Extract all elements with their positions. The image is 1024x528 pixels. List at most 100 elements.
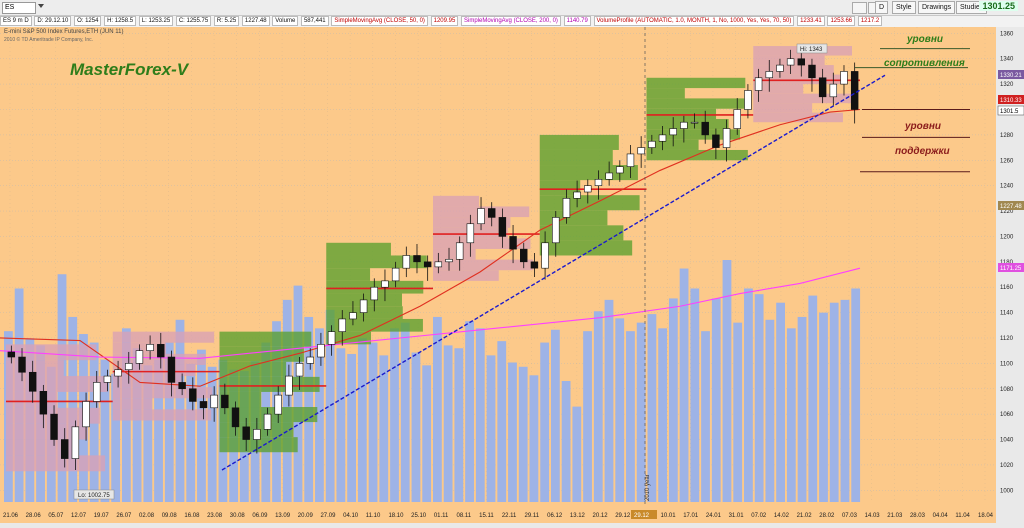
- volume-bar: [336, 348, 346, 502]
- x-tick-label: 14.02: [774, 513, 790, 519]
- candle-body: [648, 140, 656, 148]
- x-tick-label: 08.11: [456, 513, 471, 519]
- header-ohlc-ref: 1227.48: [241, 16, 270, 26]
- y-tick-label: 1340: [1000, 57, 1014, 63]
- volume-bar: [368, 342, 378, 502]
- volume-bar: [754, 294, 764, 502]
- x-tick-label: 07.03: [842, 513, 858, 519]
- x-tick-label: 19.07: [94, 513, 110, 519]
- candle-body: [221, 394, 229, 409]
- candle-body: [434, 261, 443, 268]
- volume-bar: [475, 328, 485, 502]
- volume-bar: [615, 318, 625, 502]
- price-tag-2: 1310.33: [1000, 98, 1022, 104]
- x-tick-label: 18.10: [388, 513, 404, 519]
- volume-profile-bar: [6, 391, 58, 408]
- candle-body: [306, 356, 314, 364]
- volume-bar: [443, 345, 453, 502]
- volume-bar: [561, 381, 571, 502]
- volume-profile-bar: [433, 195, 479, 207]
- link-icon[interactable]: [852, 2, 867, 14]
- candle-body: [690, 121, 699, 124]
- price-chart[interactable]: 1000 1020 1040 1060 1080 1100 1120 1140 1160 1180…: [0, 27, 1024, 523]
- candle-body: [541, 242, 549, 269]
- candle-body: [338, 318, 346, 332]
- x-tick-label: 27.09: [320, 513, 336, 519]
- vp-value-2: 1253.66: [827, 16, 856, 26]
- candle-body: [242, 426, 250, 440]
- x-tick-label: 30.08: [230, 513, 246, 519]
- volume-bar: [550, 329, 560, 502]
- style-button[interactable]: Style: [892, 1, 916, 14]
- candle-body: [391, 267, 400, 282]
- candle-body: [818, 77, 827, 98]
- timeframe-button[interactable]: D: [875, 1, 889, 14]
- candle-body: [573, 191, 581, 199]
- volume-profile-bar: [646, 98, 746, 109]
- year-marker: 2010 year: [645, 474, 651, 501]
- volume-bar: [422, 365, 432, 502]
- symbol-dropdown-icon[interactable]: [38, 4, 44, 8]
- volume-bar: [808, 295, 818, 502]
- y-tick-label: 1120: [1000, 336, 1014, 342]
- main-toolbar: ES D Style Drawings Studies 1301.25: [0, 0, 1024, 16]
- candle-body: [712, 134, 720, 148]
- x-tick-label: 13.12: [570, 513, 586, 519]
- chart-canvas[interactable]: 1000102010401060108011001120114011601180…: [0, 27, 1024, 523]
- volume-profile-bar: [112, 387, 213, 399]
- sma50-label[interactable]: SimpleMovingAvg (CLOSE, 50, 0): [331, 16, 428, 26]
- y-tick-label: 1360: [1000, 31, 1014, 37]
- candle-body: [797, 58, 806, 66]
- price-tag-4: 1227.48: [1000, 204, 1022, 210]
- support-label-1: уровни: [904, 121, 941, 132]
- candle-body: [125, 363, 133, 371]
- x-tick-label: 28.02: [819, 513, 835, 519]
- candle-body: [626, 153, 635, 167]
- volume-bar: [593, 311, 603, 502]
- candle-body: [765, 71, 773, 79]
- sma50-value: 1209.95: [430, 16, 459, 26]
- x-tick-label: 20.09: [298, 513, 314, 519]
- volume-bar: [733, 322, 743, 502]
- x-tick-label: 18.04: [978, 513, 994, 519]
- candle-body: [776, 64, 784, 72]
- x-tick-label: 24.01: [706, 513, 722, 519]
- candle-body: [808, 64, 816, 79]
- y-tick-label: 1080: [1000, 387, 1014, 393]
- chart-tag[interactable]: ES 9 m D: [0, 16, 32, 26]
- candle-body: [584, 185, 592, 193]
- x-tick-label: 20.12: [593, 513, 609, 519]
- candle-body: [487, 208, 496, 218]
- candle-body: [135, 350, 144, 364]
- candle-body: [317, 344, 325, 358]
- volume-profile-bar: [646, 77, 746, 89]
- volume-bar: [765, 319, 775, 502]
- symbol-input[interactable]: ES: [2, 2, 36, 14]
- candle-body: [199, 401, 208, 409]
- candle-body: [349, 312, 357, 320]
- volume-label[interactable]: Volume: [272, 16, 299, 26]
- volume-profile-label[interactable]: VolumeProfile (AUTOMATIC, 1.0, MONTH, 1,…: [593, 16, 795, 26]
- candle-body: [189, 388, 197, 402]
- volume-bar: [540, 342, 550, 502]
- volume-bar: [572, 406, 582, 502]
- volume-profile-bar: [753, 103, 813, 113]
- candle-body: [754, 77, 763, 91]
- volume-bar: [411, 352, 421, 502]
- sma200-label[interactable]: SimpleMovingAvg (CLOSE, 200, 0): [460, 16, 561, 26]
- candle-body: [263, 413, 272, 430]
- x-tick-label: 29.12: [615, 513, 631, 519]
- volume-bar: [486, 355, 496, 502]
- volume-bar: [207, 366, 217, 502]
- candle-body: [39, 390, 48, 415]
- candle-body: [445, 258, 453, 263]
- drawings-button[interactable]: Drawings: [918, 1, 956, 14]
- x-tick-label: 10.01: [661, 513, 677, 519]
- x-tick-label: 21.03: [887, 513, 903, 519]
- candle-body: [103, 375, 112, 383]
- candle-body: [616, 166, 624, 174]
- candle-body: [423, 261, 432, 268]
- header-open: O: 1254: [74, 16, 102, 26]
- candle-body: [231, 407, 240, 428]
- volume-bar: [433, 316, 442, 502]
